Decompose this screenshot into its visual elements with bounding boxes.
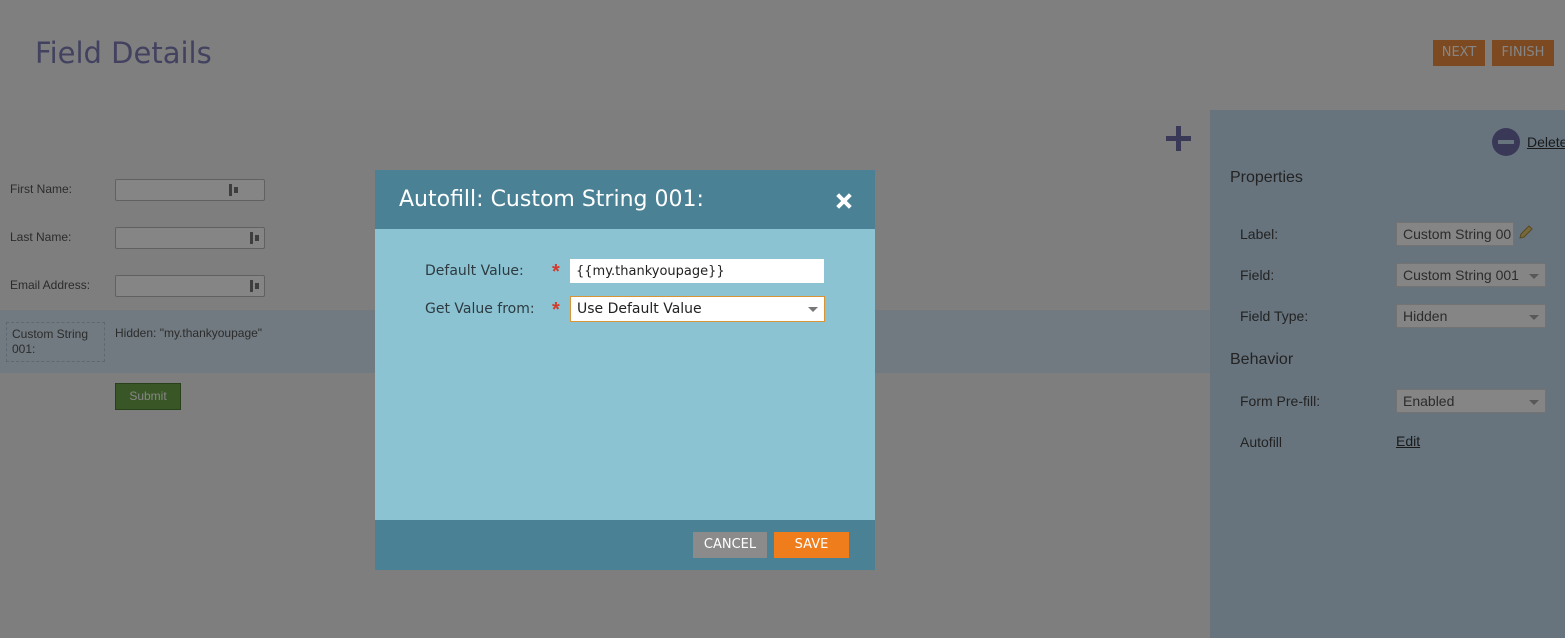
default-value-label: Default Value: <box>425 263 524 279</box>
get-value-from-label: Get Value from: <box>425 301 535 317</box>
autofill-dialog: Autofill: Custom String 001: Default Val… <box>375 170 875 570</box>
cancel-button[interactable]: CANCEL <box>693 532 767 558</box>
default-value-input[interactable] <box>570 259 824 283</box>
dialog-footer: CANCEL SAVE <box>375 520 875 570</box>
get-value-from-selected: Use Default Value <box>577 301 702 317</box>
required-marker: * <box>552 299 560 321</box>
dialog-title: Autofill: Custom String 001: <box>399 187 704 212</box>
save-button[interactable]: SAVE <box>774 532 849 558</box>
close-icon[interactable] <box>835 192 853 210</box>
dialog-header: Autofill: Custom String 001: <box>375 170 875 229</box>
required-marker: * <box>552 261 560 283</box>
get-value-from-select[interactable]: Use Default Value <box>570 296 825 322</box>
